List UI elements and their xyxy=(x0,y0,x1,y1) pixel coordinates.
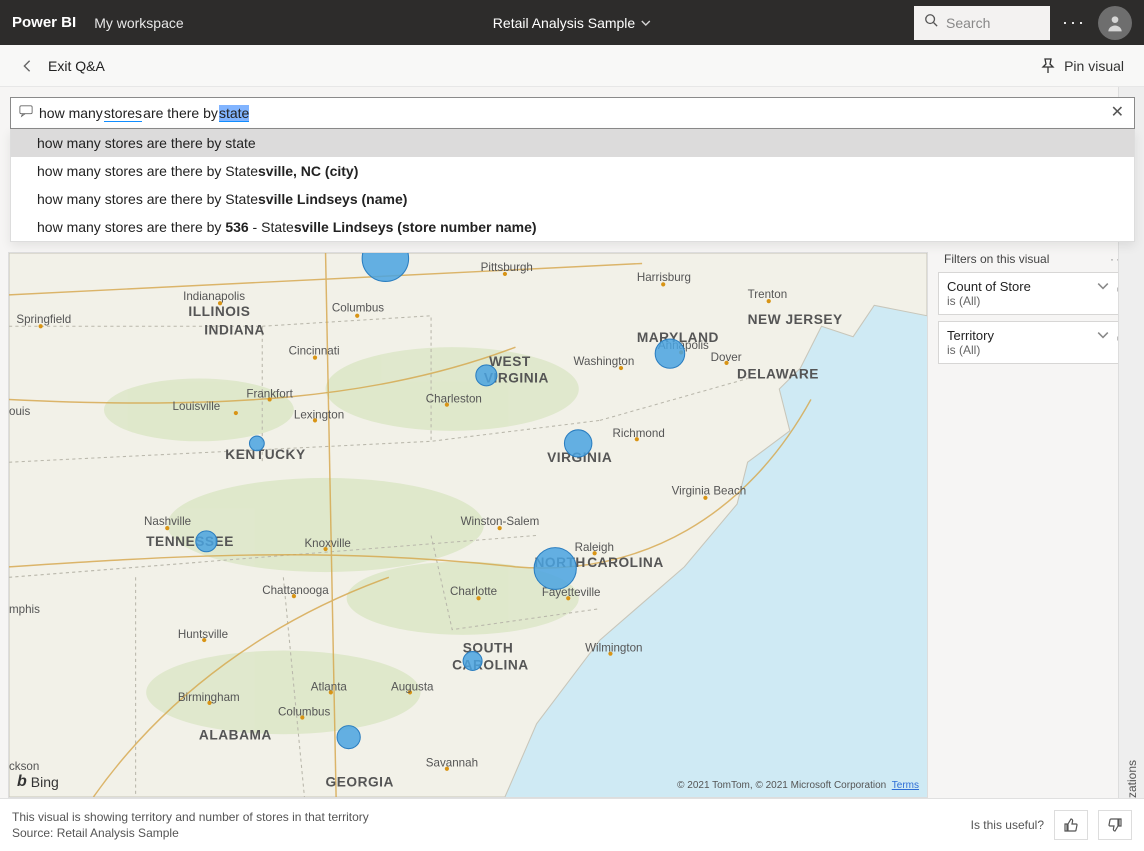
state-label: GEORGIA xyxy=(326,775,394,790)
app-header: Power BI My workspace Retail Analysis Sa… xyxy=(0,0,1144,45)
svg-text:Pittsburgh: Pittsburgh xyxy=(481,262,533,274)
header-right-cluster: ··· xyxy=(914,6,1132,40)
qna-container: how many stores are there by state ✕ how… xyxy=(10,97,1135,242)
clear-input-button[interactable]: ✕ xyxy=(1109,103,1126,123)
qna-footer: This visual is showing territory and num… xyxy=(0,798,1144,851)
svg-text:Huntsville: Huntsville xyxy=(178,629,228,641)
state-label: KENTUCKY xyxy=(225,447,305,462)
map-bubble[interactable] xyxy=(655,339,685,368)
brand-label: Power BI xyxy=(12,14,76,31)
search-icon xyxy=(924,13,938,32)
svg-text:Savannah: Savannah xyxy=(426,758,478,770)
svg-text:Charleston: Charleston xyxy=(426,394,482,406)
footer-source: Source: Retail Analysis Sample xyxy=(12,826,369,840)
svg-text:ckson: ckson xyxy=(9,761,39,773)
qna-suggestion[interactable]: how many stores are there by Statesville… xyxy=(11,185,1134,213)
svg-text:Frankfort: Frankfort xyxy=(246,388,293,400)
svg-text:Lexington: Lexington xyxy=(294,409,344,421)
workspace-label[interactable]: My workspace xyxy=(94,15,183,31)
chevron-down-icon[interactable] xyxy=(1097,279,1109,297)
thumbs-up-button[interactable] xyxy=(1054,810,1088,840)
filter-card[interactable]: Territory is (All) xyxy=(938,321,1134,364)
exit-qna-button[interactable]: Exit Q&A xyxy=(20,58,105,74)
feedback-prompt: Is this useful? xyxy=(971,818,1044,832)
map-bubble[interactable] xyxy=(249,436,264,451)
svg-text:Louisville: Louisville xyxy=(173,401,221,413)
svg-text:Atlanta: Atlanta xyxy=(311,681,348,693)
svg-text:Columbus: Columbus xyxy=(278,706,330,718)
state-label: ILLINOIS xyxy=(188,304,250,319)
qna-selected-term: state xyxy=(219,105,249,122)
report-title-dropdown[interactable]: Retail Analysis Sample xyxy=(493,15,651,31)
map-attribution: © 2021 TomTom, © 2021 Microsoft Corporat… xyxy=(677,780,919,791)
map-bubble[interactable] xyxy=(337,726,360,749)
pin-visual-button[interactable]: Pin visual xyxy=(1040,58,1124,74)
svg-text:Charlotte: Charlotte xyxy=(450,586,497,598)
svg-text:Springfield: Springfield xyxy=(16,314,71,326)
svg-text:Wilmington: Wilmington xyxy=(585,643,642,655)
svg-text:Chattanooga: Chattanooga xyxy=(262,585,329,597)
global-search[interactable] xyxy=(914,6,1050,40)
svg-text:Indianapolis: Indianapolis xyxy=(183,291,245,303)
svg-text:Dover: Dover xyxy=(711,352,742,364)
svg-text:ouis: ouis xyxy=(9,406,31,418)
map-bubble[interactable] xyxy=(564,430,591,457)
svg-text:Cincinnati: Cincinnati xyxy=(289,346,340,358)
map-bubble[interactable] xyxy=(463,652,482,671)
map-canvas: ILLINOIS INDIANA KENTUCKY TENNESSEE ALAB… xyxy=(9,253,927,797)
state-label: ALABAMA xyxy=(199,728,272,743)
svg-text:Columbus: Columbus xyxy=(332,303,384,315)
qna-input[interactable]: how many stores are there by state ✕ xyxy=(10,97,1135,129)
map-bubble[interactable] xyxy=(476,365,497,386)
svg-text:Washington: Washington xyxy=(574,356,635,368)
state-label: CAROLINA xyxy=(587,555,664,570)
state-label: DELAWARE xyxy=(737,367,819,382)
pin-visual-label: Pin visual xyxy=(1064,58,1124,74)
terms-link[interactable]: Terms xyxy=(892,780,919,791)
exit-qna-label: Exit Q&A xyxy=(48,58,105,74)
qna-suggestion[interactable]: how many stores are there by Statesville… xyxy=(11,157,1134,185)
more-menu-button[interactable]: ··· xyxy=(1062,12,1086,33)
svg-text:Nashville: Nashville xyxy=(144,516,191,528)
filters-header: Filters on this visual··· xyxy=(938,252,1134,272)
chat-icon xyxy=(19,104,33,123)
state-label: TENNESSEE xyxy=(146,534,234,549)
svg-text:Knoxville: Knoxville xyxy=(304,538,350,550)
state-label: WEST xyxy=(489,354,531,369)
chevron-down-icon[interactable] xyxy=(1097,328,1109,346)
footer-description: This visual is showing territory and num… xyxy=(12,810,369,824)
svg-text:Harrisburg: Harrisburg xyxy=(637,272,691,284)
map-bubble[interactable] xyxy=(196,531,217,552)
report-title: Retail Analysis Sample xyxy=(493,15,635,31)
user-avatar[interactable] xyxy=(1098,6,1132,40)
svg-text:Trenton: Trenton xyxy=(748,289,788,301)
map-visual[interactable]: ILLINOIS INDIANA KENTUCKY TENNESSEE ALAB… xyxy=(8,252,928,798)
svg-text:Winston-Salem: Winston-Salem xyxy=(461,516,540,528)
filter-card[interactable]: Count of Store is (All) xyxy=(938,272,1134,315)
svg-text:mphis: mphis xyxy=(9,604,40,616)
chevron-down-icon xyxy=(641,17,651,29)
svg-text:Augusta: Augusta xyxy=(391,681,434,693)
map-bubble[interactable] xyxy=(534,548,576,590)
qna-suggestion[interactable]: how many stores are there by 536 - State… xyxy=(11,213,1134,241)
svg-text:Birmingham: Birmingham xyxy=(178,692,240,704)
svg-text:Richmond: Richmond xyxy=(613,428,665,440)
qna-suggestion[interactable]: how many stores are there by state xyxy=(11,129,1134,157)
state-label: INDIANA xyxy=(204,323,265,338)
qna-suggestions: how many stores are there by state how m… xyxy=(10,129,1135,242)
svg-text:Virginia Beach: Virginia Beach xyxy=(672,486,747,498)
qna-toolbar: Exit Q&A Pin visual xyxy=(0,45,1144,87)
qna-text: how many stores are there by state xyxy=(39,105,1103,122)
content-area: how many stores are there by state ✕ how… xyxy=(0,87,1144,798)
svg-text:Raleigh: Raleigh xyxy=(575,542,614,554)
bing-logo: bBing xyxy=(17,773,59,791)
thumbs-down-button[interactable] xyxy=(1098,810,1132,840)
search-input[interactable] xyxy=(946,15,1036,31)
state-label: NEW JERSEY xyxy=(748,312,843,327)
